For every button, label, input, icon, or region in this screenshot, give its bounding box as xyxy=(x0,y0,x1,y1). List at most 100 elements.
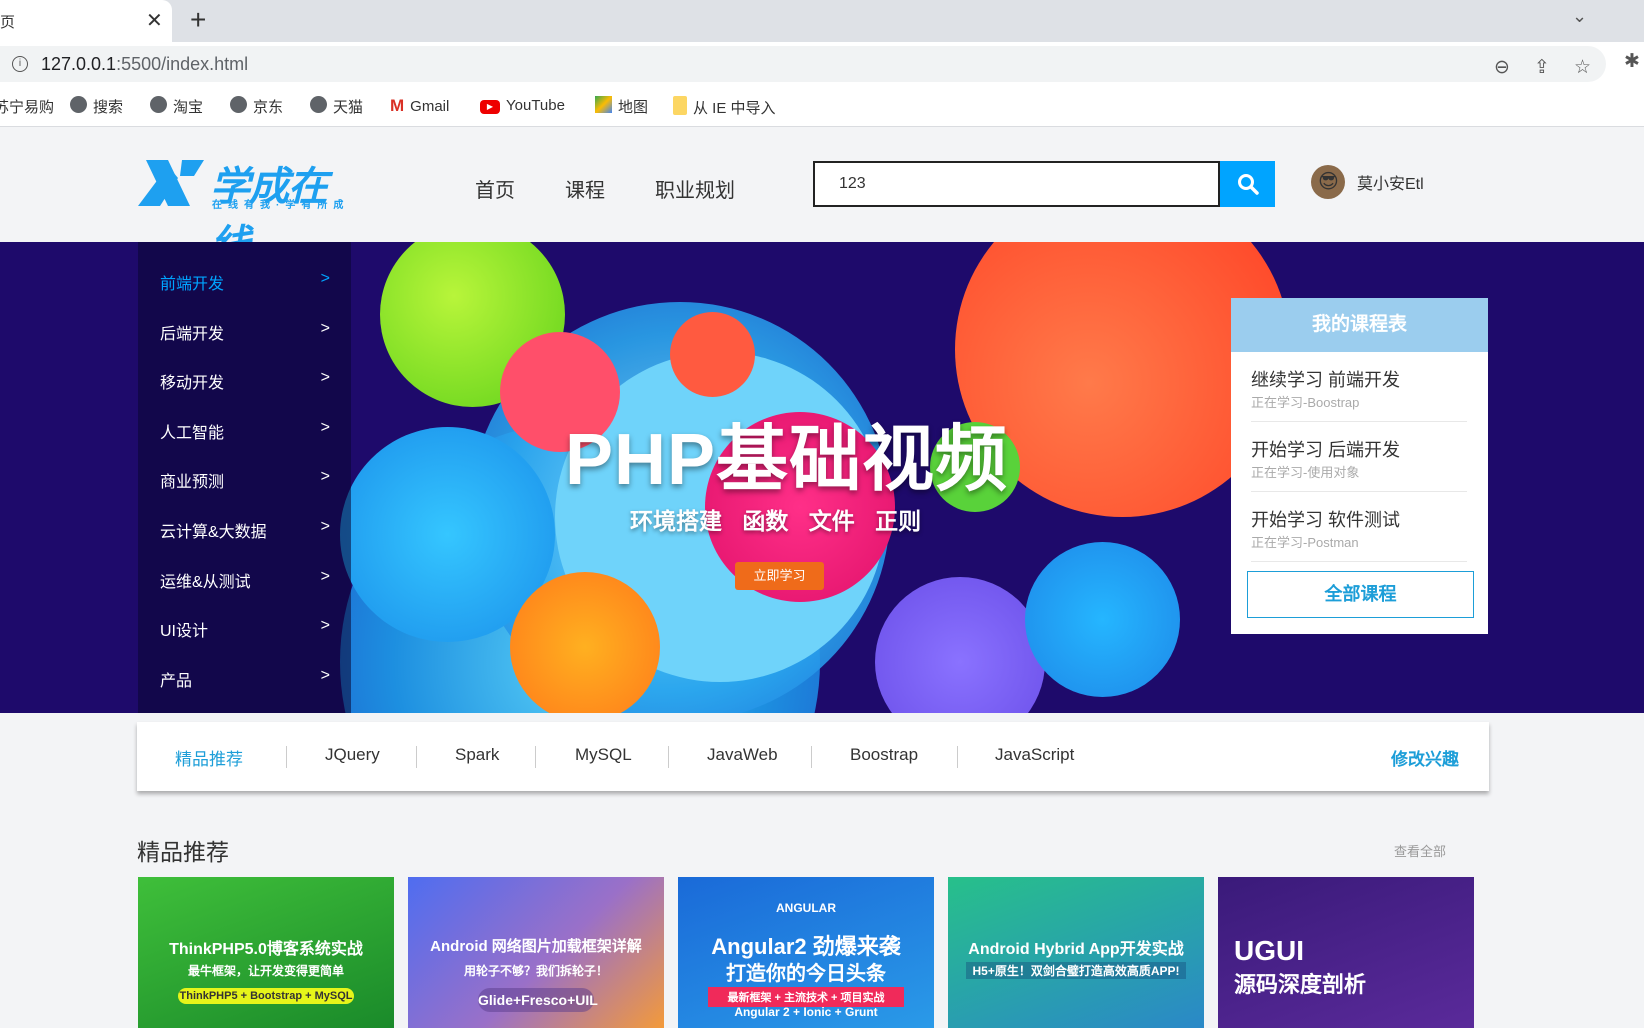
avatar-image: 😎 xyxy=(1318,171,1339,193)
schedule-item-sub: 正在学习-Postman xyxy=(1251,535,1359,550)
chevron-right-icon: > xyxy=(320,518,330,535)
share-icon[interactable]: ⇪ xyxy=(1534,56,1550,79)
card-text: Android Hybrid App开发实战 xyxy=(968,941,1184,958)
section-title: 精品推荐 xyxy=(137,839,229,865)
close-tab-icon[interactable]: ✕ xyxy=(146,8,163,33)
extensions-icon[interactable]: ✱ xyxy=(1624,50,1640,73)
card-text: 最新框架 + 主流技术 + 项目实战 xyxy=(708,987,904,1007)
divider xyxy=(416,746,417,768)
bookmark-item[interactable]: 从 IE 中导入 xyxy=(673,96,776,119)
schedule-item[interactable]: 继续学习 前端开发 正在学习-Boostrap xyxy=(1251,352,1467,422)
course-card[interactable]: ThinkPHP5.0博客系统实战 最牛框架，让开发变得更简单 ThinkPHP5 … xyxy=(138,877,394,1028)
tab-精品推荐[interactable]: 精品推荐 xyxy=(175,745,243,770)
sidebar-item-label: 运维&从测试 xyxy=(160,573,251,591)
tab-javaweb[interactable]: JavaWeb xyxy=(707,745,778,765)
sidebar-item[interactable]: 移动开发 > xyxy=(160,369,330,393)
sidebar-item[interactable]: 产品 > xyxy=(160,667,330,691)
bookmark-item[interactable]: M Gmail xyxy=(390,96,449,116)
sidebar-item-label: 人工智能 xyxy=(160,424,225,442)
view-all-link[interactable]: 查看全部 xyxy=(1394,841,1446,860)
chevron-down-icon[interactable]: ⌄ xyxy=(1572,6,1587,27)
search-icon xyxy=(1237,174,1259,195)
sidebar-item[interactable]: UI设计 > xyxy=(160,617,330,641)
chevron-right-icon: > xyxy=(320,270,330,287)
nav-home[interactable]: 首页 xyxy=(475,174,515,203)
sidebar-item[interactable]: 商业预测 > xyxy=(160,468,330,492)
new-tab-icon[interactable]: + xyxy=(190,4,206,36)
bookmark-item[interactable]: 地图 xyxy=(595,96,648,117)
sidebar-item-label: 移动开发 xyxy=(160,375,225,393)
logo[interactable]: 学成在线 在线有我·学有所成 xyxy=(138,158,360,267)
divider xyxy=(286,746,287,768)
card-text: UGUI xyxy=(1234,935,1304,966)
divider xyxy=(535,746,536,768)
card-text: Android 网络图片加载框架详解 xyxy=(430,938,642,955)
nav-courses[interactable]: 课程 xyxy=(565,174,605,203)
card-text: 打造你的今日头条 xyxy=(726,963,886,985)
avatar[interactable]: 😎 xyxy=(1311,165,1345,199)
bookmark-star-icon[interactable]: ☆ xyxy=(1574,56,1591,79)
card-text: ThinkPHP5.0博客系统实战 xyxy=(169,941,363,958)
bookmark-item[interactable]: 京东 xyxy=(230,96,283,117)
tab-spark[interactable]: Spark xyxy=(455,745,499,765)
sidebar-item[interactable]: 运维&从测试 > xyxy=(160,568,330,592)
sidebar-item[interactable]: 人工智能 > xyxy=(160,419,330,443)
tab-javascript[interactable]: JavaScript xyxy=(995,745,1074,765)
chevron-right-icon: > xyxy=(320,369,330,387)
globe-icon xyxy=(70,96,87,117)
learn-now-button[interactable]: 立即学习 xyxy=(735,562,824,590)
course-card[interactable]: UGUI 源码深度剖析 xyxy=(1218,877,1474,1028)
info-icon[interactable]: i xyxy=(12,56,28,72)
user-name[interactable]: 莫小安Etl xyxy=(1357,170,1424,194)
bookmark-item[interactable]: 天猫 xyxy=(310,96,363,117)
schedule-title: 我的课程表 xyxy=(1231,298,1488,352)
search-button[interactable] xyxy=(1220,161,1275,207)
bookmark-label: 苏宁易购 xyxy=(0,99,55,116)
card-text: H5+原生！双剑合璧打造高效高质APP! xyxy=(966,962,1186,979)
modify-interest-link[interactable]: 修改兴趣 xyxy=(1391,745,1459,770)
bookmark-item[interactable]: 搜索 xyxy=(70,96,123,117)
course-card[interactable]: Android 网络图片加载框架详解 用轮子不够？我们拆轮子！ Glide+Fres… xyxy=(408,877,664,1028)
schedule-item-title: 继续学习 前端开发 xyxy=(1251,370,1401,390)
schedule-item-title: 开始学习 后端开发 xyxy=(1251,440,1401,460)
tab-jquery[interactable]: JQuery xyxy=(325,745,380,765)
bookmark-label: 搜索 xyxy=(93,99,124,116)
folder-icon xyxy=(673,96,687,119)
tab-mysql[interactable]: MySQL xyxy=(575,745,632,765)
divider xyxy=(811,746,812,768)
tab-title: 页 xyxy=(0,14,16,31)
course-card[interactable]: Android Hybrid App开发实战 H5+原生！双剑合璧打造高效高质AP… xyxy=(948,877,1204,1028)
divider xyxy=(957,746,958,768)
sidebar-item[interactable]: 前端开发 > xyxy=(160,270,330,294)
bookmark-item[interactable]: 淘宝 xyxy=(150,96,203,117)
sidebar-item[interactable]: 后端开发 > xyxy=(160,320,330,344)
course-card[interactable]: ANGULAR Angular2 劲爆来袭 打造你的今日头条 最新框架 + 主流技术 … xyxy=(678,877,934,1028)
sidebar-item-label: 后端开发 xyxy=(160,325,225,343)
url-path: :5500/index.html xyxy=(116,54,249,74)
zoom-out-icon[interactable]: ⊖ xyxy=(1494,56,1510,79)
bookmark-item[interactable]: ▶ YouTube xyxy=(480,96,565,114)
nav-career[interactable]: 职业规划 xyxy=(655,174,735,203)
address-bar[interactable]: i 127.0.0.1:5500/index.html ⊖ ⇪ ☆ xyxy=(0,46,1606,82)
search-input[interactable]: 123 xyxy=(813,161,1220,207)
url-text[interactable]: 127.0.0.1:5500/index.html xyxy=(41,54,248,75)
schedule-item[interactable]: 开始学习 后端开发 正在学习-使用对象 xyxy=(1251,422,1467,492)
sidebar-item-label: 产品 xyxy=(160,672,193,690)
bookmark-item[interactable]: 苏宁易购 xyxy=(0,96,54,117)
bookmark-label: 从 IE 中导入 xyxy=(693,100,776,117)
youtube-icon: ▶ xyxy=(480,96,500,114)
url-host: 127.0.0.1 xyxy=(41,54,117,74)
tab-boostrap[interactable]: Boostrap xyxy=(850,745,918,765)
sidebar-item-label: UI设计 xyxy=(160,623,209,641)
banner-subtitle: 环境搭建 函数 文件 正则 xyxy=(630,508,922,534)
maps-icon xyxy=(595,96,612,117)
card-text: 用轮子不够？我们拆轮子！ xyxy=(463,964,608,978)
bookmark-label: 京东 xyxy=(253,99,284,116)
browser-tab[interactable]: 页 ✕ xyxy=(0,0,172,42)
sidebar-item[interactable]: 云计算&大数据 > xyxy=(160,518,330,542)
all-courses-button[interactable]: 全部课程 xyxy=(1247,571,1474,618)
gmail-icon: M xyxy=(390,96,405,115)
card-text: Glide+Fresco+UIL xyxy=(478,988,598,1012)
bookmark-label: 天猫 xyxy=(333,99,364,116)
schedule-item[interactable]: 开始学习 软件测试 正在学习-Postman xyxy=(1251,492,1467,562)
